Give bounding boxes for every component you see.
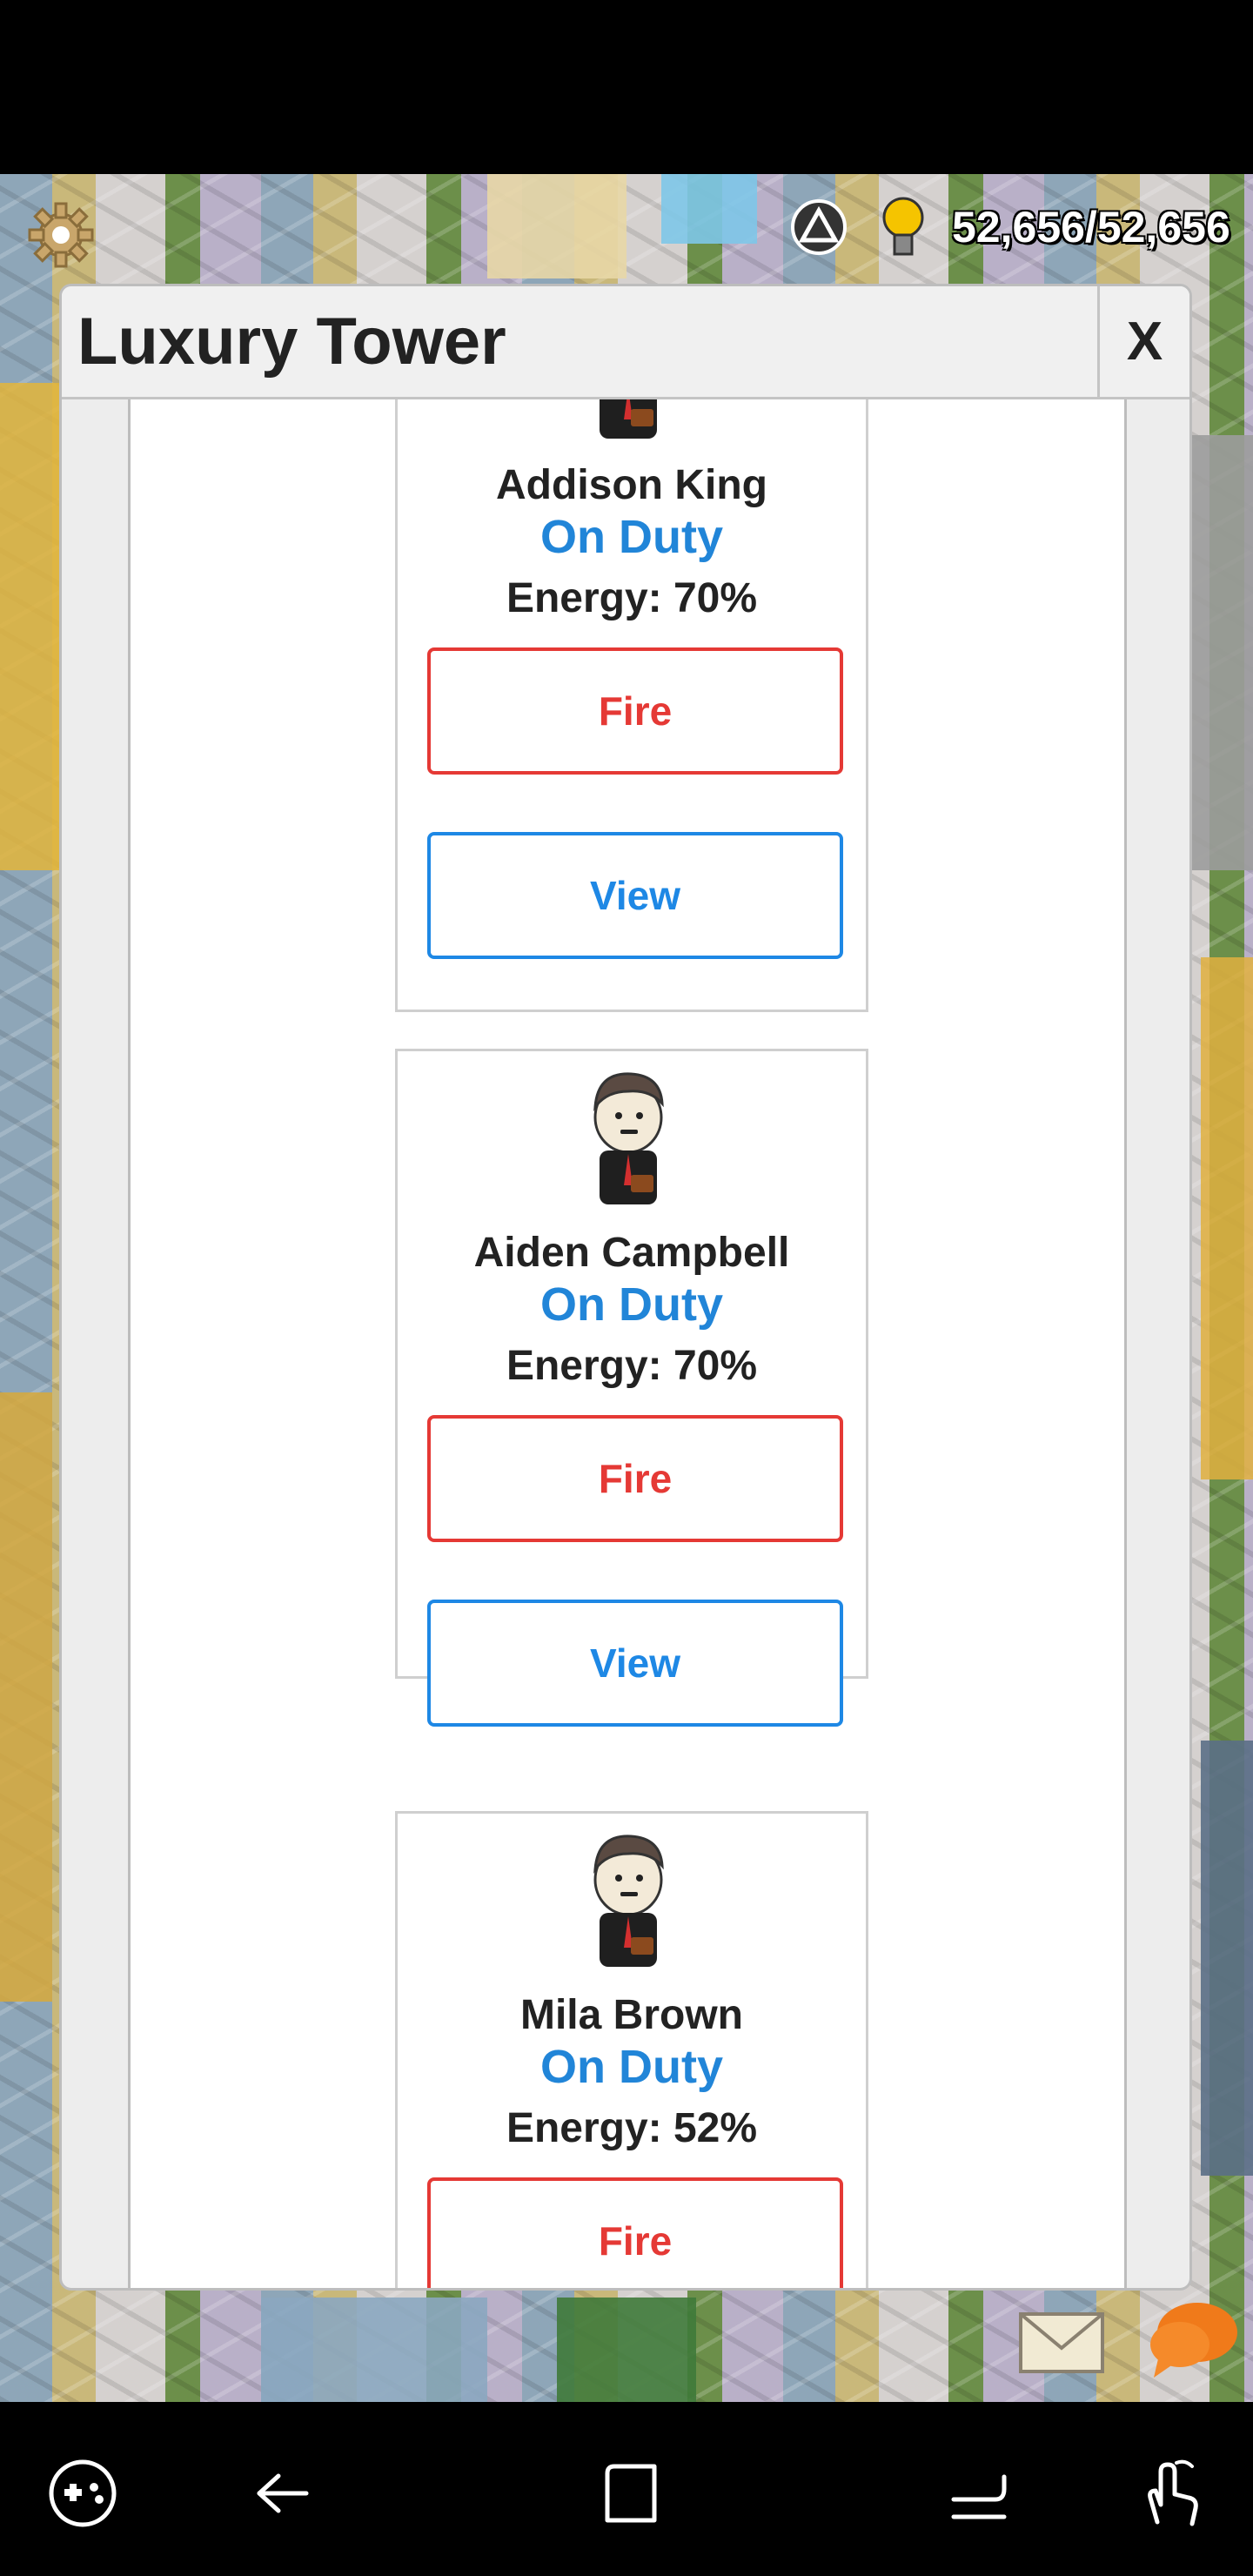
worker-energy: Energy: 70% xyxy=(506,1343,758,1389)
back-icon[interactable] xyxy=(244,2454,322,2532)
view-button[interactable]: View xyxy=(427,1600,843,1727)
worker-name: Aiden Campbell xyxy=(473,1230,790,1276)
gesture-icon[interactable] xyxy=(1131,2454,1209,2532)
worker-energy: Energy: 70% xyxy=(506,575,758,621)
fire-button[interactable]: Fire xyxy=(427,2177,843,2288)
energy-counter: 52,656/52,656 xyxy=(952,203,1230,252)
envelope-icon[interactable] xyxy=(1018,2311,1105,2374)
worker-name: Addison King xyxy=(496,462,767,508)
worker-avatar xyxy=(580,1063,676,1211)
recents-icon[interactable] xyxy=(940,2454,1018,2532)
fire-button[interactable]: Fire xyxy=(427,647,843,775)
lightbulb-icon xyxy=(877,193,929,263)
status-bar xyxy=(0,0,1253,174)
worker-status: On Duty xyxy=(540,2041,723,2093)
fire-button[interactable]: Fire xyxy=(427,1415,843,1542)
gear-icon[interactable] xyxy=(26,200,96,270)
worker-energy: Energy: 52% xyxy=(506,2105,758,2151)
luxury-tower-modal: Luxury Tower X Addison King On Duty Ener… xyxy=(59,284,1192,2291)
triangle-badge-icon[interactable] xyxy=(788,197,849,258)
worker-avatar xyxy=(580,399,676,446)
modal-header: Luxury Tower X xyxy=(62,286,1189,399)
view-button[interactable]: View xyxy=(427,832,843,959)
worker-status: On Duty xyxy=(540,1278,723,1331)
worker-list[interactable]: Addison King On Duty Energy: 70% Fire Vi… xyxy=(128,399,1127,2288)
home-icon[interactable] xyxy=(592,2454,670,2532)
modal-title: Luxury Tower xyxy=(77,305,506,379)
navigation-bar xyxy=(0,2402,1253,2576)
game-launcher-icon[interactable] xyxy=(44,2454,122,2532)
worker-card: Aiden Campbell On Duty Energy: 70% Fire … xyxy=(395,1049,868,1727)
worker-avatar xyxy=(580,1826,676,1974)
worker-card: Addison King On Duty Energy: 70% Fire Vi… xyxy=(395,399,868,1012)
chat-bubble-icon[interactable] xyxy=(1147,2298,1241,2381)
worker-status: On Duty xyxy=(540,511,723,563)
worker-card: Mila Brown On Duty Energy: 52% Fire xyxy=(395,1811,868,2288)
worker-name: Mila Brown xyxy=(519,1992,743,2038)
close-button[interactable]: X xyxy=(1097,286,1189,397)
